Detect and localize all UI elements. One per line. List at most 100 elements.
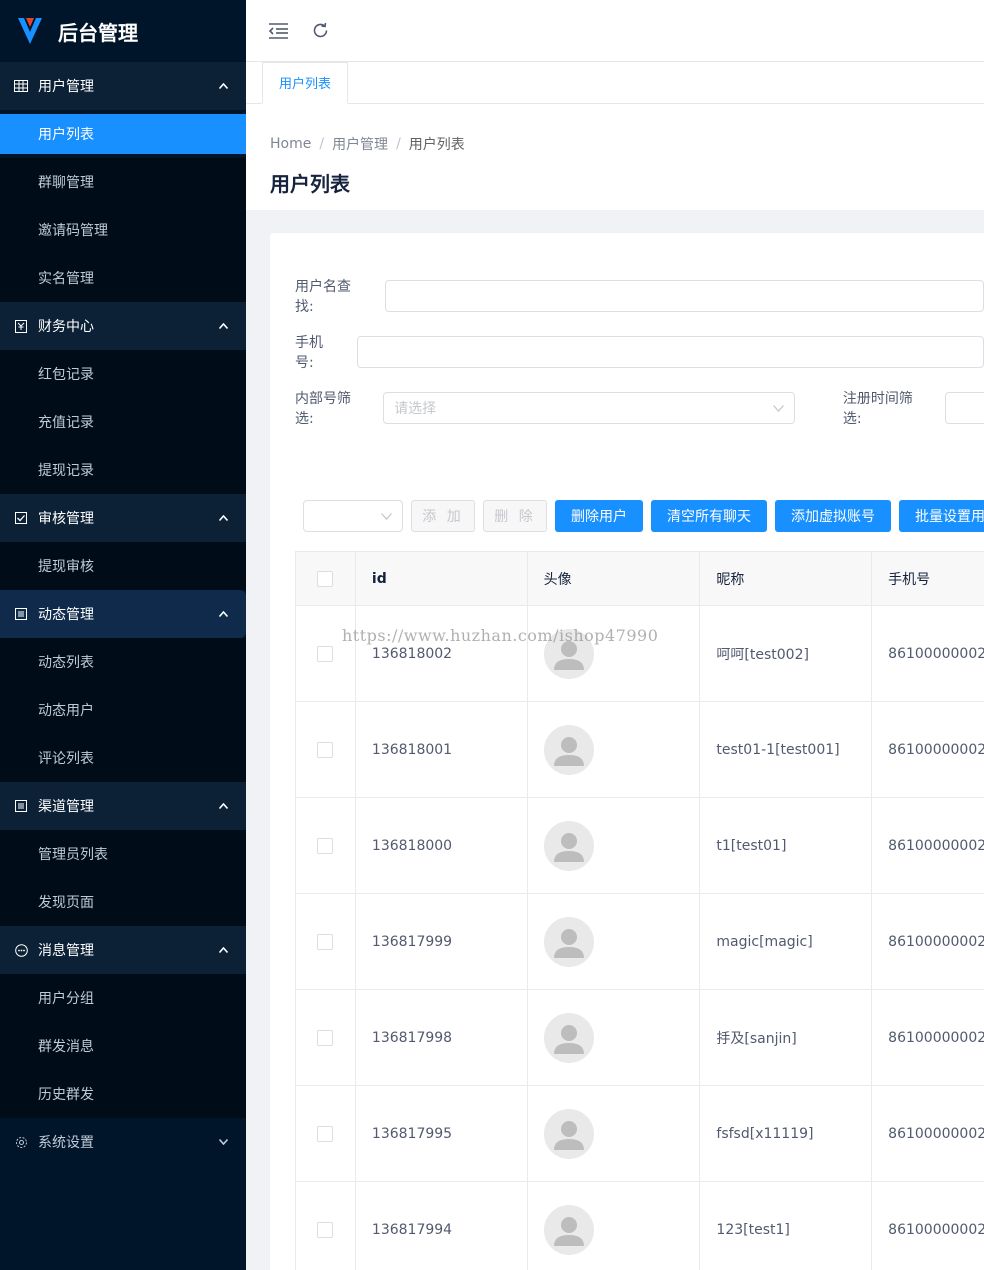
avatar[interactable] xyxy=(543,1012,594,1063)
table-row[interactable]: 136817998 抙及[sanjin] 8610000000284 xyxy=(296,990,984,1086)
batch-settings-button[interactable]: 批量设置用 xyxy=(899,500,984,532)
internal-select[interactable]: 请选择 xyxy=(383,392,795,424)
delete-user-button[interactable]: 删除用户 xyxy=(555,500,643,532)
table-row[interactable]: 136817994 123[test1] 8610000000280 xyxy=(296,1182,984,1270)
breadcrumb-home[interactable]: Home xyxy=(270,136,311,152)
page-title: 用户列表 xyxy=(270,172,350,196)
sidebar-item-broadcast-history[interactable]: 历史群发 xyxy=(0,1070,246,1118)
row-select-cell xyxy=(296,1086,356,1181)
table-row[interactable]: 136818000 t1[test01] 8610000000286 xyxy=(296,798,984,894)
chat-icon xyxy=(14,943,28,957)
row-checkbox[interactable] xyxy=(317,1221,334,1238)
sidebar-item-withdraw[interactable]: 提现记录 xyxy=(0,446,246,494)
sidebar-item-discover-page[interactable]: 发现页面 xyxy=(0,878,246,926)
cell-id: 136817999 xyxy=(356,894,528,989)
avatar[interactable] xyxy=(543,1108,594,1159)
refresh-icon[interactable] xyxy=(310,21,330,41)
add-virtual-account-button[interactable]: 添加虚拟账号 xyxy=(775,500,891,532)
sidebar-item-group-chat[interactable]: 群聊管理 xyxy=(0,158,246,206)
default-avatar-icon xyxy=(553,928,584,958)
menu-group-moments[interactable]: 动态管理 xyxy=(0,590,246,638)
watermark: https://www.huzhan.com/ishop47990 xyxy=(342,626,659,645)
row-checkbox[interactable] xyxy=(317,837,334,854)
sidebar-item-red-packet[interactable]: 红包记录 xyxy=(0,350,246,398)
cell-phone: 8610000000280 xyxy=(888,1221,984,1238)
cell-avatar xyxy=(528,990,701,1085)
row-select-cell xyxy=(296,1182,356,1270)
username-input[interactable] xyxy=(384,280,984,312)
table-header-row: id 头像 昵称 手机号 xyxy=(296,552,984,606)
menu-group-review[interactable]: 审核管理 xyxy=(0,494,246,542)
menu-group-channel[interactable]: 渠道管理 xyxy=(0,782,246,830)
batch-action-select[interactable] xyxy=(303,500,403,532)
menu-group-finance[interactable]: 财务中心 xyxy=(0,302,246,350)
internal-filter: 内部号筛选: 请选择 注册时间筛选: xyxy=(295,388,984,428)
menu-group-settings[interactable]: 系统设置 xyxy=(0,1118,246,1166)
logo[interactable]: 后台管理 xyxy=(0,0,246,62)
row-checkbox[interactable] xyxy=(317,645,334,662)
user-table: id 头像 昵称 手机号 136818002 呵呵[test002] 8610000… xyxy=(295,551,984,1270)
avatar[interactable] xyxy=(543,724,594,775)
row-checkbox[interactable] xyxy=(317,741,334,758)
sidebar-item-label: 动态用户 xyxy=(38,703,94,719)
menu-group-label: 审核管理 xyxy=(38,511,94,527)
avatar[interactable] xyxy=(543,820,594,871)
sidebar-item-label: 群发消息 xyxy=(38,1039,94,1055)
clear-chats-button[interactable]: 清空所有聊天 xyxy=(651,500,767,532)
select-all-checkbox[interactable] xyxy=(317,570,334,587)
column-header-avatar: 头像 xyxy=(528,552,701,605)
sidebar-item-label: 充值记录 xyxy=(38,415,94,431)
top-bar xyxy=(246,0,984,62)
default-avatar-icon xyxy=(553,1216,584,1246)
avatar[interactable] xyxy=(543,1204,594,1255)
content-card: 用户名查找: 手机号: 内部号筛选: 请选择 注册时间筛选: 添 加 删 除 删… xyxy=(270,233,984,1270)
table-row[interactable]: 136818001 test01-1[test001] 8610000000287 xyxy=(296,702,984,798)
sidebar-item-user-group[interactable]: 用户分组 xyxy=(0,974,246,1022)
breadcrumb-section[interactable]: 用户管理 xyxy=(332,134,388,154)
chevron-up-icon xyxy=(218,321,228,331)
phone-input[interactable] xyxy=(356,336,984,368)
table-row[interactable]: 136817995 fsfsd[x11119] 8610000000281 xyxy=(296,1086,984,1182)
sidebar-item-real-name[interactable]: 实名管理 xyxy=(0,254,246,302)
table-row[interactable]: 136818002 呵呵[test002] 8610000000288 xyxy=(296,606,984,702)
avatar[interactable] xyxy=(543,916,594,967)
sidebar-item-recharge[interactable]: 充值记录 xyxy=(0,398,246,446)
breadcrumb-separator: / xyxy=(319,136,325,152)
menu-fold-icon[interactable] xyxy=(268,21,288,41)
regtime-input[interactable] xyxy=(944,392,984,424)
tab-user-list[interactable]: 用户列表 xyxy=(262,62,349,104)
row-checkbox[interactable] xyxy=(317,1029,334,1046)
row-select-cell xyxy=(296,798,356,893)
menu-group-label: 用户管理 xyxy=(38,79,94,95)
menu-group-user[interactable]: 用户管理 xyxy=(0,62,246,110)
cell-id: 136818002 xyxy=(356,606,528,701)
logo-icon xyxy=(18,18,42,44)
sidebar-item-invite-code[interactable]: 邀请码管理 xyxy=(0,206,246,254)
select-all-cell xyxy=(296,552,356,605)
sidebar-item-broadcast[interactable]: 群发消息 xyxy=(0,1022,246,1070)
column-header-id[interactable]: id xyxy=(356,552,528,605)
row-checkbox[interactable] xyxy=(317,933,334,950)
sidebar-item-user-list[interactable]: 用户列表 xyxy=(0,114,246,154)
sidebar-item-moment-list[interactable]: 动态列表 xyxy=(0,638,246,686)
gear-icon xyxy=(14,1135,28,1149)
grid-icon xyxy=(14,79,28,93)
sidebar-item-admin-list[interactable]: 管理员列表 xyxy=(0,830,246,878)
add-button[interactable]: 添 加 xyxy=(411,500,475,532)
default-avatar-icon xyxy=(553,832,584,862)
sidebar-item-label: 管理员列表 xyxy=(38,847,108,863)
menu-group-message[interactable]: 消息管理 xyxy=(0,926,246,974)
sidebar-item-comment-list[interactable]: 评论列表 xyxy=(0,734,246,782)
document-icon xyxy=(14,607,28,621)
table-row[interactable]: 136817999 magic[magic] 8610000000285 xyxy=(296,894,984,990)
cell-id: 136818000 xyxy=(356,798,528,893)
row-checkbox[interactable] xyxy=(317,1125,334,1142)
sidebar-item-moment-users[interactable]: 动态用户 xyxy=(0,686,246,734)
delete-button[interactable]: 删 除 xyxy=(483,500,547,532)
sidebar-item-withdraw-review[interactable]: 提现审核 xyxy=(0,542,246,590)
sidebar-item-label: 用户列表 xyxy=(38,127,94,143)
sidebar-item-label: 发现页面 xyxy=(38,895,94,911)
chevron-down-icon xyxy=(218,1137,228,1147)
breadcrumb-current: 用户列表 xyxy=(408,137,465,153)
sidebar-item-label: 邀请码管理 xyxy=(38,223,108,239)
